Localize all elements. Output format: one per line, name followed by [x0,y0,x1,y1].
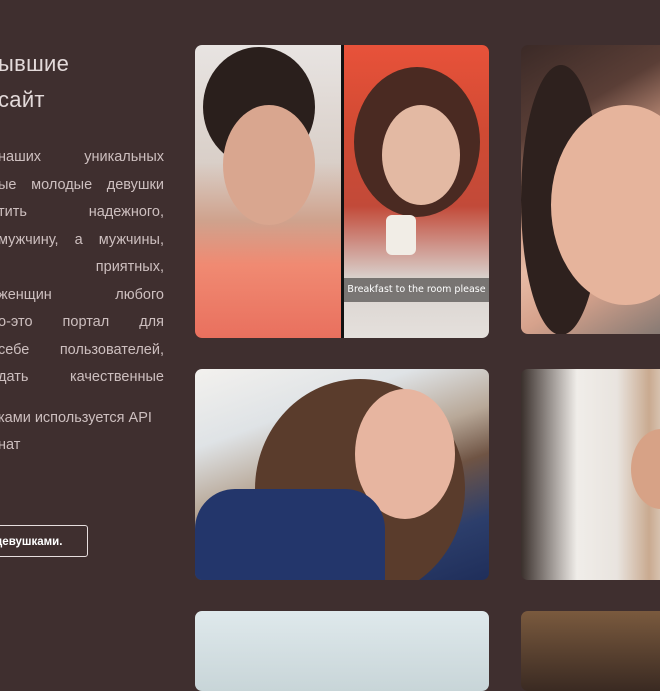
description-line: ые молодые девушки [0,176,164,193]
gallery-photo-3[interactable] [195,369,489,580]
page-heading: ывшие сайт [0,46,168,118]
gallery-photo-5[interactable] [195,611,489,691]
heading-line-2: сайт [0,87,45,112]
description-line: себе пользователей, [0,341,164,358]
photo-caption: Breakfast to the room please [344,278,489,302]
description-line: о-это портал для [0,314,164,330]
phone-icon [386,215,416,255]
cta-button[interactable]: девушками. [0,525,88,557]
gallery-photo-2[interactable] [521,45,660,334]
heading-line-1: ывшие [0,51,70,76]
gallery-photo-1[interactable]: Breakfast to the room please [195,45,489,338]
photo-face [382,105,460,205]
gallery-photo-6[interactable] [521,611,660,691]
photo-face [631,429,660,509]
description-line: ками используется API [0,409,152,426]
description-line: мужчину, а мужчины, [0,231,164,248]
description-line: приятных, [95,259,164,275]
cta-button-label: девушками. [0,536,63,548]
photo-face [223,105,315,225]
description-line: нат [0,437,21,453]
description-line: дать качественные [0,369,164,385]
description-text: наших уникальных ые молодые девушки тить… [0,144,164,460]
description-line: женщин любого [0,286,164,303]
description-line: тить надежного, [0,204,164,220]
description-line: наших уникальных [0,149,164,165]
photo-shirt [195,489,385,580]
photo-left-half [195,45,341,338]
gallery-photo-4[interactable] [521,369,660,580]
